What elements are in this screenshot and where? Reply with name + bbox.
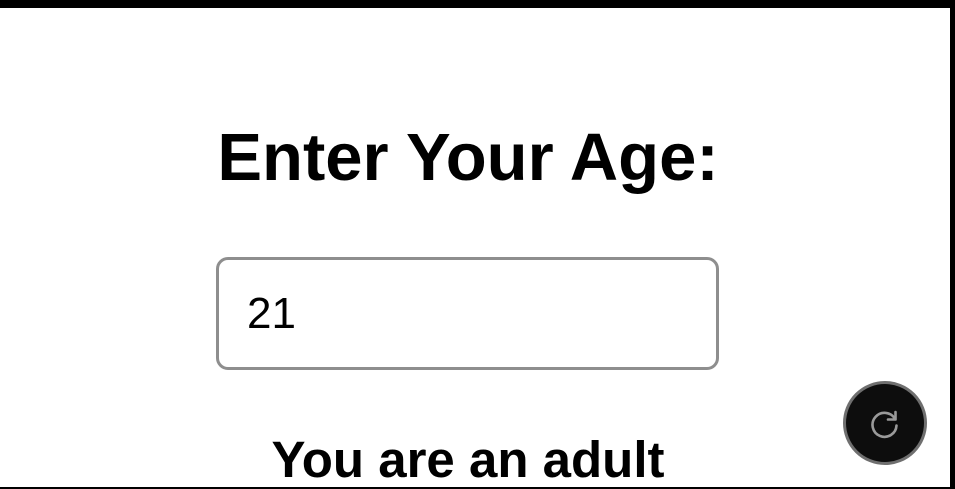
refresh-icon [868, 406, 902, 440]
page-title: Enter Your Age: [217, 120, 719, 195]
age-input[interactable] [216, 257, 719, 370]
reload-button[interactable] [843, 381, 927, 465]
app-canvas: Enter Your Age: You are an adult [0, 8, 950, 487]
result-message: You are an adult [271, 431, 665, 487]
